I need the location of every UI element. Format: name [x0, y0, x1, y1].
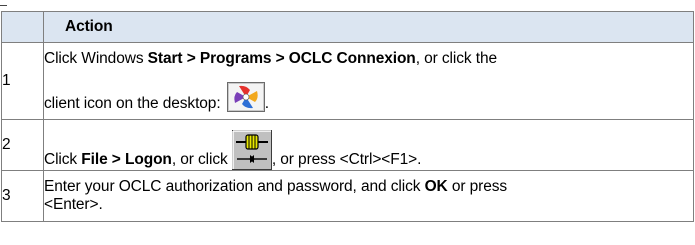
- action-header: Action: [43, 11, 694, 43]
- step-number: 3: [1, 170, 44, 222]
- table-row: 2 Click File > Logon, or click , or pres…: [1, 119, 694, 171]
- step-text: Click: [44, 151, 82, 168]
- step-action: Enter your OCLC authorization and passwo…: [43, 170, 694, 222]
- menu-path: Start > Programs > OCLC Connexion: [147, 49, 416, 67]
- table-row: 3 Enter your OCLC authorization and pass…: [1, 170, 694, 222]
- menu-path: File > Logon: [81, 151, 172, 168]
- table-header-row: Action: [1, 11, 694, 43]
- step-text: client icon on the desktop:: [44, 94, 225, 112]
- oclc-connexion-client-icon: [226, 81, 265, 112]
- button-name: OK: [424, 178, 448, 195]
- step-text: , or click the: [415, 49, 497, 67]
- step-text: Click Windows: [44, 49, 148, 67]
- step-text-line: Click Windows Start > Programs > OCLC Co…: [44, 50, 693, 68]
- step-text: , or press <Ctrl><F1>.: [271, 151, 422, 168]
- table-row: 1 Click Windows Start > Programs > OCLC …: [1, 42, 694, 120]
- step-action: Click File > Logon, or click , or press …: [43, 119, 694, 171]
- procedure-table: Action 1 Click Windows Start > Programs …: [1, 11, 694, 222]
- logon-connect-icon: [231, 130, 272, 170]
- step-text: Enter your OCLC authorization and passwo…: [44, 178, 425, 195]
- step-text-line: <Enter>.: [44, 196, 103, 213]
- step-text: or press: [447, 178, 508, 195]
- step-text-line: Enter your OCLC authorization and passwo…: [44, 178, 693, 196]
- step-action: Click Windows Start > Programs > OCLC Co…: [43, 42, 694, 120]
- step-text: , or click: [171, 151, 232, 168]
- step-text-line: Click File > Logon, or click , or press …: [44, 130, 693, 170]
- step-text: .: [264, 94, 269, 112]
- step-number: 1: [1, 42, 44, 120]
- page-corner-mark: [0, 2, 7, 6]
- step-number: 2: [1, 119, 44, 171]
- step-text-line: client icon on the desktop: .: [44, 81, 693, 113]
- step-number-header: [1, 11, 44, 43]
